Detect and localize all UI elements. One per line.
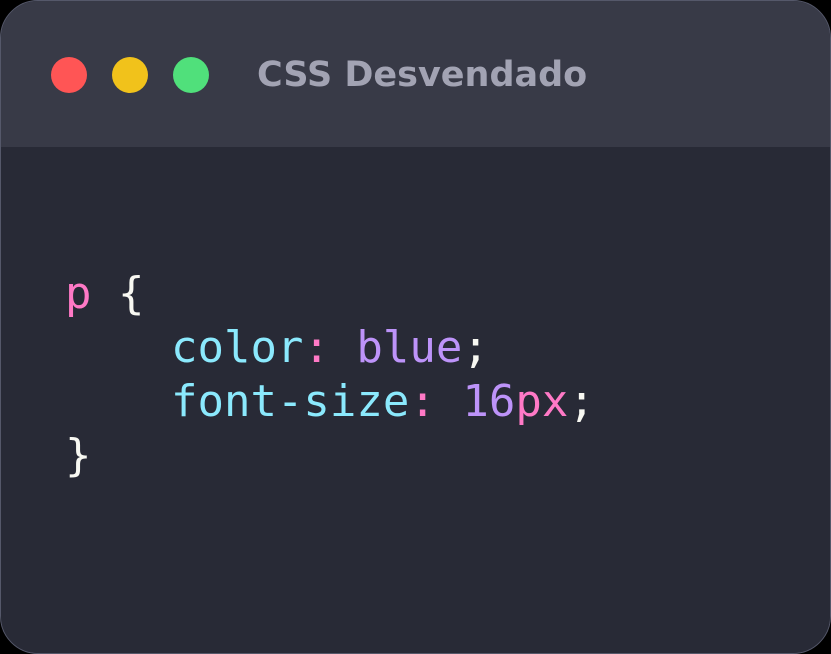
code-token: ;: [462, 322, 489, 373]
code-token: color: [170, 322, 304, 373]
window-title: CSS Desvendado: [257, 55, 588, 95]
code-block: p { color: blue; font-size: 16px;}: [65, 267, 595, 483]
code-line: }: [65, 429, 595, 483]
code-token: :: [409, 376, 436, 427]
code-token: p: [65, 268, 92, 319]
code-editor: p { color: blue; font-size: 16px;}: [1, 147, 830, 653]
title-bar: CSS Desvendado: [1, 1, 830, 147]
code-token: {: [118, 268, 145, 319]
code-token: ;: [568, 376, 595, 427]
code-line: color: blue;: [65, 321, 595, 375]
code-token: blue: [356, 322, 463, 373]
code-window: CSS Desvendado p { color: blue; font-siz…: [0, 0, 831, 654]
code-line: p {: [65, 267, 595, 321]
code-token: }: [65, 430, 92, 481]
maximize-button[interactable]: [173, 57, 209, 93]
code-token: 16: [462, 376, 516, 427]
code-token: :: [303, 322, 330, 373]
code-token: px: [515, 376, 569, 427]
code-token: font-size: [170, 376, 410, 427]
code-line: font-size: 16px;: [65, 375, 595, 429]
minimize-button[interactable]: [112, 57, 148, 93]
close-button[interactable]: [51, 57, 87, 93]
